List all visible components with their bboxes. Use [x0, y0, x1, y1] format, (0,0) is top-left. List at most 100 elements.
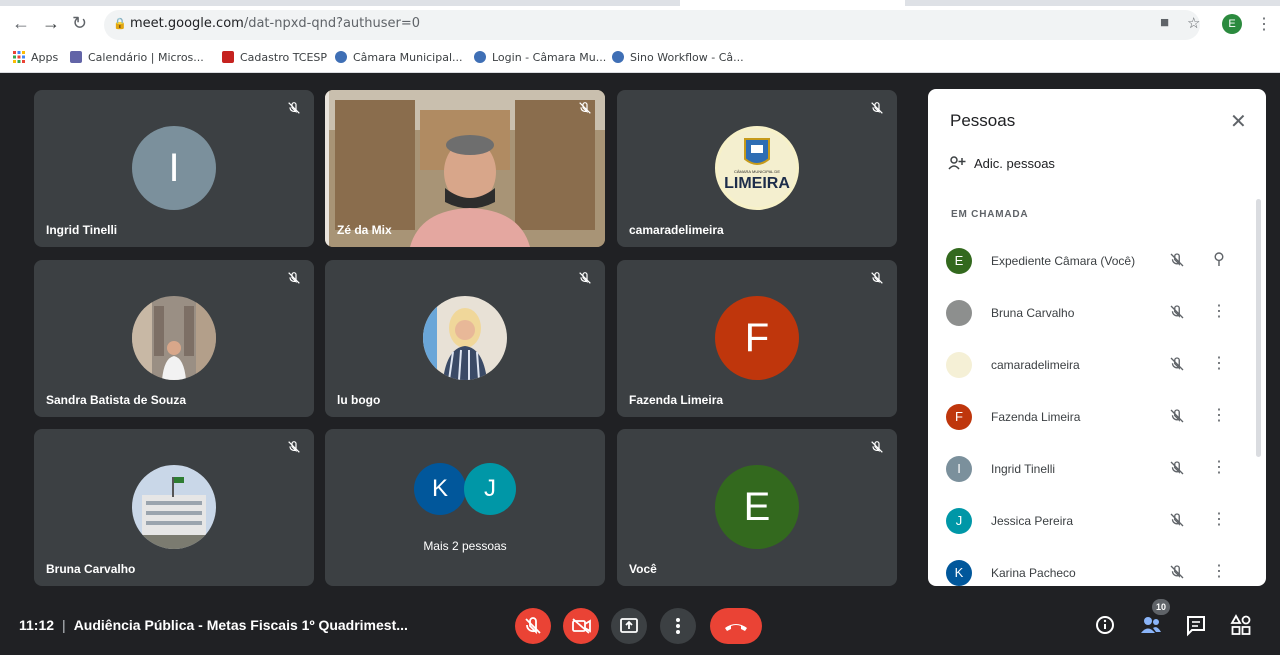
participant-name: Ingrid Tinelli — [46, 223, 118, 237]
mic-off-icon — [288, 102, 300, 114]
mic-off-icon — [288, 272, 300, 284]
more-icon[interactable]: ⋮ — [1211, 457, 1227, 477]
mic-off-icon — [871, 272, 883, 284]
participant-tile[interactable]: Bruna Carvalho — [34, 429, 314, 586]
participant-name: Bruna Carvalho — [991, 306, 1075, 320]
camara-crest-icon — [474, 51, 486, 63]
bookmark-cadastro[interactable]: Cadastro TCESP — [222, 51, 327, 64]
present-screen-icon — [620, 618, 638, 633]
hang-up-icon — [725, 624, 747, 631]
meeting-time: 11:12 — [19, 617, 55, 633]
mic-off-icon — [1170, 409, 1184, 423]
participant-name: Você — [629, 562, 657, 576]
url-path: /dat-npxd-qnd?authuser=0 — [243, 16, 421, 31]
meeting-title: Audiência Pública - Metas Fiscais 1º Qua… — [73, 617, 408, 633]
in-call-heading: EM CHAMADA — [951, 209, 1029, 220]
participant-tile[interactable]: I Ingrid Tinelli — [34, 90, 314, 247]
add-people-button[interactable]: Adic. pessoas — [948, 156, 1055, 171]
more-people-tile[interactable]: K J Mais 2 pessoas — [325, 429, 605, 586]
avatar: E — [715, 465, 799, 549]
panel-title: Pessoas — [950, 111, 1016, 130]
more-icon[interactable]: ⋮ — [1211, 561, 1227, 581]
participant-name: Bruna Carvalho — [46, 562, 136, 576]
panel-scrollbar[interactable] — [1256, 199, 1261, 457]
browser-toolbar: ← → ↻ 🔒 meet.google.com/dat-npxd-qnd?aut… — [0, 0, 1280, 46]
more-icon[interactable]: ⋮ — [1211, 405, 1227, 425]
mic-off-icon — [871, 102, 883, 114]
participant-name: camaradelimeira — [991, 358, 1080, 372]
logo-subtitle: CÂMARA MUNICIPAL DE — [733, 169, 780, 174]
teams-icon — [70, 51, 82, 63]
bookmark-star-icon[interactable]: ☆ — [1187, 14, 1200, 32]
present-button[interactable] — [611, 608, 647, 644]
add-person-icon — [948, 156, 966, 170]
participant-tile[interactable]: F Fazenda Limeira — [617, 260, 897, 417]
mic-off-icon — [871, 441, 883, 453]
mic-off-icon — [1170, 513, 1184, 527]
more-options-button[interactable] — [660, 608, 696, 644]
participant-tile[interactable]: lu bogo — [325, 260, 605, 417]
participant-row[interactable]: F Fazenda Limeira ⋮ — [928, 395, 1258, 439]
bookmark-label: Calendário | Micros... — [88, 51, 204, 64]
participant-count-badge: 10 — [1152, 599, 1170, 615]
leave-call-button[interactable] — [710, 608, 762, 644]
browser-menu-icon[interactable]: ⋮ — [1256, 14, 1272, 34]
people-panel: Pessoas ✕ Adic. pessoas EM CHAMADA E Expe… — [928, 89, 1266, 586]
pin-icon[interactable]: ⚲ — [1211, 249, 1227, 269]
participant-row[interactable]: K Karina Pacheco ⋮ — [928, 551, 1258, 586]
activities-icon[interactable] — [1228, 612, 1254, 638]
more-people-label: Mais 2 pessoas — [423, 539, 507, 553]
avatar — [946, 352, 972, 378]
bookmark-login[interactable]: Login - Câmara Mu... — [474, 51, 606, 64]
bookmark-apps[interactable]: Apps — [13, 51, 58, 64]
participant-row[interactable]: I Ingrid Tinelli ⋮ — [928, 447, 1258, 491]
avatar: E — [946, 248, 972, 274]
participant-name: Jessica Pereira — [991, 514, 1074, 528]
meeting-info: 11:12 | Audiência Pública - Metas Fiscais … — [19, 617, 408, 633]
bookmark-camara[interactable]: Câmara Municipal... — [335, 51, 463, 64]
avatar: J — [946, 508, 972, 534]
participant-row[interactable]: Bruna Carvalho ⋮ — [928, 291, 1258, 335]
logo-title: LIMEIRA — [724, 175, 790, 192]
participant-row[interactable]: camaradelimeira ⋮ — [928, 343, 1258, 387]
profile-avatar[interactable]: E — [1222, 14, 1242, 34]
self-tile[interactable]: E Você — [617, 429, 897, 586]
camera-indicator-icon[interactable]: ■ — [1160, 14, 1169, 31]
participant-name: Zé da Mix — [337, 223, 392, 237]
forward-icon[interactable]: → — [42, 14, 60, 32]
avatar: F — [946, 404, 972, 430]
mic-off-icon — [1170, 357, 1184, 371]
mic-toggle-button[interactable] — [515, 608, 551, 644]
participant-row[interactable]: E Expediente Câmara (Você) ⚲ — [928, 239, 1258, 283]
camera-off-icon — [572, 618, 591, 634]
url-text[interactable]: meet.google.com/dat-npxd-qnd?authuser=0 — [130, 16, 420, 31]
close-icon[interactable]: ✕ — [1230, 109, 1247, 134]
bookmark-calendar[interactable]: Calendário | Micros... — [70, 51, 204, 64]
participant-row[interactable]: J Jessica Pereira ⋮ — [928, 499, 1258, 543]
avatar-photo — [132, 465, 216, 549]
more-icon[interactable]: ⋮ — [1211, 301, 1227, 321]
camara-crest-icon — [335, 51, 347, 63]
more-icon[interactable]: ⋮ — [1211, 509, 1227, 529]
participant-tile[interactable]: Sandra Batista de Souza — [34, 260, 314, 417]
lock-icon[interactable]: 🔒 — [113, 17, 127, 30]
people-icon[interactable] — [1138, 612, 1164, 638]
avatar: I — [946, 456, 972, 482]
participant-tile[interactable]: Zé da Mix — [325, 90, 605, 247]
meeting-details-icon[interactable] — [1092, 612, 1118, 638]
participant-name: Ingrid Tinelli — [991, 462, 1056, 476]
mic-off-icon — [1170, 305, 1184, 319]
camera-toggle-button[interactable] — [563, 608, 599, 644]
back-icon[interactable]: ← — [12, 14, 30, 32]
participant-name: Fazenda Limeira — [991, 410, 1081, 424]
more-icon[interactable]: ⋮ — [1211, 353, 1227, 373]
bookmark-label: Cadastro TCESP — [240, 51, 328, 64]
bookmark-sino[interactable]: Sino Workflow - Câ... — [612, 51, 744, 64]
mic-off-icon — [579, 272, 591, 284]
participant-name: lu bogo — [337, 393, 381, 407]
tab-strip — [0, 0, 1280, 6]
participant-tile[interactable]: CÂMARA MUNICIPAL DE LIMEIRA camaradelime… — [617, 90, 897, 247]
url-host: meet.google.com — [130, 16, 244, 31]
chat-icon[interactable] — [1183, 612, 1209, 638]
reload-icon[interactable]: ↻ — [72, 14, 87, 32]
